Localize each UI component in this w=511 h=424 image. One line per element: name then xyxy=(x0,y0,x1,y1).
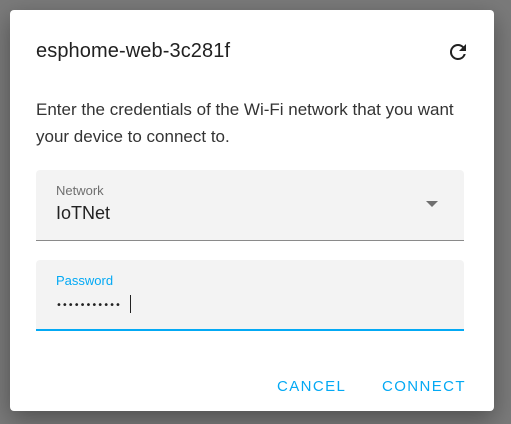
password-label: Password xyxy=(56,273,114,288)
network-label: Network xyxy=(56,183,104,198)
network-select[interactable]: Network IoTNet xyxy=(36,170,464,241)
refresh-icon xyxy=(449,43,466,60)
refresh-button[interactable] xyxy=(446,40,470,64)
text-caret xyxy=(130,295,131,313)
dropdown-arrow-icon[interactable] xyxy=(426,201,438,207)
dialog-description: Enter the credentials of the Wi-Fi netwo… xyxy=(36,100,454,146)
wifi-credentials-dialog: esphome-web-3c281f Enter the credentials… xyxy=(10,10,494,411)
password-field[interactable]: Password xyxy=(36,260,464,331)
dialog-title: esphome-web-3c281f xyxy=(36,40,231,62)
connect-button[interactable]: CONNECT xyxy=(382,378,466,395)
password-input[interactable] xyxy=(56,294,436,316)
network-value: IoTNet xyxy=(56,203,111,223)
cancel-button[interactable]: CANCEL xyxy=(277,378,346,395)
